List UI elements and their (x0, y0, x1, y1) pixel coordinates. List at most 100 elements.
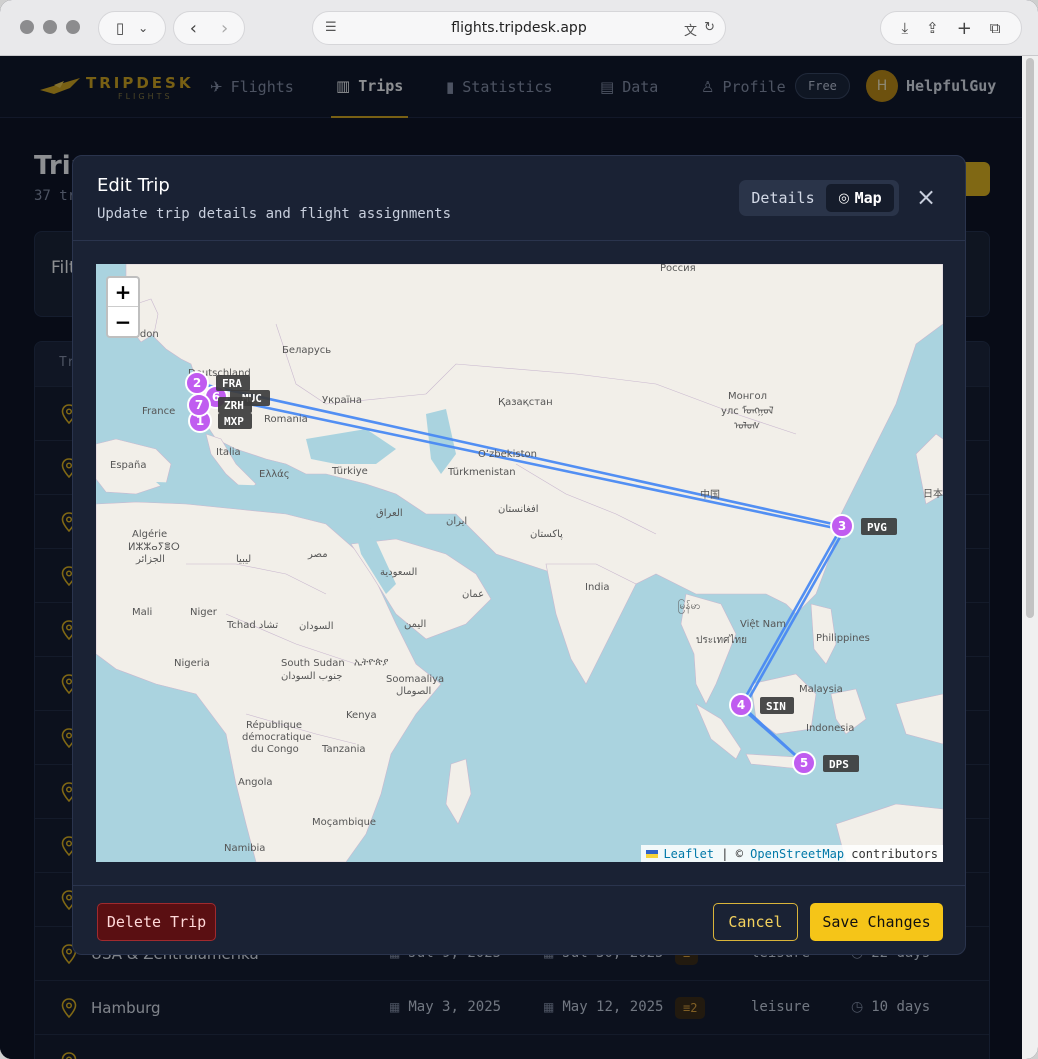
svg-text:4: 4 (737, 698, 745, 712)
map-label: Algérie (132, 528, 167, 540)
close-window-button[interactable] (20, 20, 34, 34)
map-label: South Sudan (281, 658, 345, 669)
airport-marker-fra[interactable]: FRA 2 (185, 371, 250, 395)
airport-marker-dps[interactable]: DPS 5 (792, 751, 859, 775)
airport-marker-sin[interactable]: SIN 4 (729, 693, 794, 717)
map-label: Malaysia (799, 684, 843, 695)
svg-text:5: 5 (800, 756, 808, 770)
svg-text:MXP: MXP (224, 415, 244, 428)
map-label: Italia (216, 447, 241, 458)
map-label: ประเทศไทย (696, 634, 747, 646)
map-label: Soomaaliya (386, 674, 444, 685)
map-label: Moçambique (312, 817, 376, 828)
map-label: جنوب السودان (281, 671, 342, 682)
map-label: улс ᠮᠣᠩᠭᠣᠯ (721, 405, 774, 417)
cancel-button[interactable]: Cancel (713, 903, 798, 941)
svg-text:7: 7 (195, 398, 203, 412)
map-label: Kenya (346, 710, 377, 721)
url-text: flights.tripdesk.app (451, 20, 587, 36)
map-label: ایران (446, 516, 467, 527)
map-label: 中国 (700, 488, 720, 501)
address-bar[interactable]: ☰ flights.tripdesk.app 文 ↻ (312, 11, 726, 45)
map-label: Türkiye (331, 466, 368, 477)
tabs-overview-icon[interactable]: ⧉ (990, 19, 1001, 37)
map-label: démocratique (242, 731, 312, 743)
map-label: اليمن (404, 619, 426, 630)
dialog-header: Edit Trip Update trip details and flight… (73, 156, 965, 241)
tab-details[interactable]: Details (743, 184, 823, 212)
map-label: du Congo (251, 744, 299, 755)
map-label: Niger (190, 607, 218, 618)
zoom-control: + − (106, 276, 140, 338)
map-label: Angola (238, 777, 273, 788)
chevron-down-icon: ⌄ (138, 21, 149, 35)
map-label: Україна (322, 395, 362, 406)
map-label: Россия (660, 264, 696, 274)
map-label: Tanzania (321, 744, 366, 755)
toolbar-actions: ⤓ ⇪ + ⧉ (880, 11, 1022, 45)
map-label: Беларусь (282, 345, 331, 356)
map-label: France (142, 406, 175, 417)
svg-text:DPS: DPS (829, 758, 849, 771)
scrollbar-thumb[interactable] (1026, 58, 1034, 618)
attribution-tail: contributors (844, 846, 938, 861)
svg-text:PVG: PVG (867, 521, 887, 534)
map-label: République (246, 719, 302, 731)
map-label: عمان (462, 589, 484, 600)
tab-map-label: Map (854, 189, 882, 207)
map-label: Oʻzbekiston (478, 449, 537, 460)
close-icon[interactable]: × (915, 184, 937, 210)
tab-map[interactable]: ◎ Map (826, 184, 894, 212)
airport-marker-pvg[interactable]: PVG 3 (830, 514, 897, 538)
map-label: Nigeria (174, 658, 210, 669)
map-tiles: Россия London Deutschland Беларусь Franc… (96, 264, 943, 862)
map-attribution: Leaflet | © OpenStreetMap contributors (641, 845, 943, 862)
map-label: Namibia (224, 843, 265, 854)
download-icon[interactable]: ⤓ (901, 19, 908, 37)
leaflet-link[interactable]: Leaflet (663, 847, 714, 861)
dialog-subtitle: Update trip details and flight assignmen… (97, 206, 452, 222)
history-nav: ‹ › (173, 11, 245, 45)
back-button[interactable]: ‹ (190, 18, 197, 39)
map-label: الجزائر (135, 554, 165, 565)
map-pin-icon: ◎ (838, 190, 850, 206)
maximize-window-button[interactable] (66, 20, 80, 34)
save-changes-button[interactable]: Save Changes (810, 903, 943, 941)
dialog-footer: Delete Trip Cancel Save Changes (73, 885, 965, 954)
map-label: مصر (307, 549, 328, 560)
share-icon[interactable]: ⇪ (926, 19, 939, 37)
zoom-out-button[interactable]: − (108, 307, 138, 336)
airport-marker-zrh[interactable]: ZRH 7 (187, 393, 252, 417)
map-label: Mali (132, 607, 152, 618)
map-label: မြန်မာ (678, 598, 700, 614)
map-label: España (110, 460, 146, 471)
sidebar-icon: ▯ (115, 19, 125, 37)
map-label: ኢትዮጵያ (354, 657, 388, 668)
svg-text:ZRH: ZRH (224, 399, 244, 412)
map-label: Қазақстан (498, 397, 553, 408)
new-tab-icon[interactable]: + (957, 18, 972, 39)
translate-icon[interactable]: 文 (684, 20, 697, 39)
forward-button[interactable]: › (221, 18, 228, 39)
dialog-title: Edit Trip (97, 175, 170, 196)
map-label: السعودية (380, 567, 417, 578)
map-label: السودان (299, 621, 334, 632)
browser-toolbar: ▯ ⌄ ‹ › ☰ flights.tripdesk.app 文 ↻ ⤓ ⇪ +… (0, 0, 1038, 56)
map-label: Tchad تشاد (226, 620, 278, 631)
page-menu-icon[interactable]: ☰ (325, 20, 337, 35)
map-label: Монгол (728, 391, 767, 402)
delete-trip-button[interactable]: Delete Trip (97, 903, 216, 941)
trip-map[interactable]: Россия London Deutschland Беларусь Franc… (96, 264, 943, 862)
map-label: Romania (264, 414, 308, 425)
sidebar-toggle-button[interactable]: ▯ ⌄ (98, 11, 166, 45)
map-label: Indonesia (806, 723, 854, 734)
reload-icon[interactable]: ↻ (704, 20, 715, 35)
minimize-window-button[interactable] (43, 20, 57, 34)
map-label: Türkmenistan (447, 467, 516, 478)
osm-link[interactable]: OpenStreetMap (750, 847, 844, 861)
browser-window: ▯ ⌄ ‹ › ☰ flights.tripdesk.app 文 ↻ ⤓ ⇪ +… (0, 0, 1038, 1059)
zoom-in-button[interactable]: + (108, 278, 138, 307)
map-label: 日本 (923, 487, 943, 500)
map-label: پاکستان (530, 529, 563, 540)
page-scrollbar[interactable] (1022, 56, 1038, 1059)
